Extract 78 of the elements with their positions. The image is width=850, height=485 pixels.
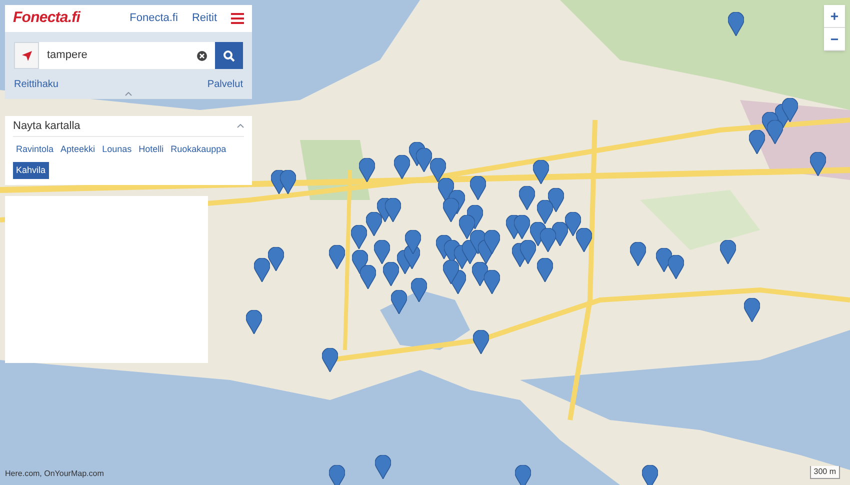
- map-pin-icon[interactable]: [366, 212, 382, 236]
- map-pin-icon[interactable]: [484, 230, 500, 254]
- search-link[interactable]: Reittihaku: [14, 77, 58, 92]
- map-pin-icon[interactable]: [352, 250, 368, 274]
- map-pin-icon[interactable]: [459, 215, 475, 239]
- map-pin-icon[interactable]: [540, 228, 556, 252]
- map-pin-icon[interactable]: [552, 222, 568, 246]
- map-pin-icon[interactable]: [246, 310, 262, 334]
- map-pin-icon[interactable]: [565, 212, 581, 236]
- map-pin-icon[interactable]: [668, 255, 684, 279]
- map-pin-icon[interactable]: [375, 455, 391, 479]
- map-pin-icon[interactable]: [280, 170, 296, 194]
- map-pin-icon[interactable]: [360, 265, 376, 289]
- nav-link[interactable]: Fonecta.fi: [130, 10, 178, 27]
- search-field[interactable]: tampere: [39, 42, 215, 69]
- map-pin-icon[interactable]: [472, 262, 488, 286]
- locate-button[interactable]: [14, 42, 39, 69]
- map-pin-icon[interactable]: [484, 270, 500, 294]
- map-pin-icon[interactable]: [438, 178, 454, 202]
- map-pin-icon[interactable]: [576, 228, 592, 252]
- map-pin-icon[interactable]: [359, 158, 375, 182]
- map-pin-icon[interactable]: [767, 120, 783, 144]
- zoom-button[interactable]: +: [824, 5, 845, 28]
- map-pin-icon[interactable]: [548, 188, 564, 212]
- map-pin-icon[interactable]: [728, 12, 744, 36]
- map-pin-icon[interactable]: [322, 348, 338, 372]
- map-pin-icon[interactable]: [520, 240, 536, 264]
- category-button[interactable]: Ruokakauppa: [168, 141, 230, 158]
- caret-icon[interactable]: [237, 124, 244, 128]
- zoom-button[interactable]: −: [824, 28, 845, 51]
- map-pin-icon[interactable]: [254, 258, 270, 282]
- map-pin-icon[interactable]: [329, 465, 345, 485]
- map-pin-icon[interactable]: [391, 290, 407, 314]
- map-pin-icon[interactable]: [443, 260, 459, 284]
- map-pin-icon[interactable]: [749, 130, 765, 154]
- category-button[interactable]: Ravintola: [13, 141, 57, 158]
- logo[interactable]: Fonecta.fi: [13, 7, 80, 30]
- map-pin-icon[interactable]: [351, 225, 367, 249]
- map-pin-icon[interactable]: [473, 330, 489, 354]
- map-pin-icon[interactable]: [537, 200, 553, 224]
- category-button[interactable]: Lounas: [99, 141, 135, 158]
- map-pin-icon[interactable]: [329, 245, 345, 269]
- attribution: Here.com, OnYourMap.com: [5, 468, 104, 480]
- map-pin-icon[interactable]: [537, 258, 553, 282]
- map-pin-icon[interactable]: [782, 98, 798, 122]
- category-button[interactable]: Kahvila: [13, 162, 49, 179]
- location-arrow-icon: [22, 50, 32, 60]
- map-pin-icon[interactable]: [430, 158, 446, 182]
- map-pin-icon[interactable]: [630, 242, 646, 266]
- map-pin-icon[interactable]: [394, 155, 410, 179]
- scale-bar: 300 m: [810, 466, 840, 479]
- map-pin-icon[interactable]: [374, 240, 390, 264]
- map-pin-icon[interactable]: [416, 148, 432, 172]
- search-icon: [223, 50, 235, 62]
- map-pin-icon[interactable]: [405, 230, 421, 254]
- search-link[interactable]: Palvelut: [207, 77, 243, 92]
- map-pin-icon[interactable]: [720, 240, 736, 264]
- category-button[interactable]: Apteekki: [58, 141, 98, 158]
- nav-link[interactable]: Reitit: [192, 10, 217, 27]
- clear-icon[interactable]: [197, 50, 207, 60]
- map-pin-icon[interactable]: [642, 465, 658, 485]
- map-pin-icon[interactable]: [514, 215, 530, 239]
- search-button[interactable]: [215, 42, 243, 69]
- map-pin-icon[interactable]: [443, 198, 459, 222]
- map-pin-icon[interactable]: [470, 176, 486, 200]
- map-pin-icon[interactable]: [533, 160, 549, 184]
- map-pin-icon[interactable]: [383, 262, 399, 286]
- map-pin-icon[interactable]: [744, 298, 760, 322]
- map-pin-icon[interactable]: [519, 186, 535, 210]
- map-pin-icon[interactable]: [268, 247, 284, 271]
- menu-icon[interactable]: [231, 13, 244, 24]
- map-pin-icon[interactable]: [411, 278, 427, 302]
- map-pin-icon[interactable]: [515, 465, 531, 485]
- category-button[interactable]: Hotelli: [136, 141, 167, 158]
- map-pin-icon[interactable]: [385, 198, 401, 222]
- map-pin-icon[interactable]: [810, 152, 826, 176]
- map-pin-icon[interactable]: [656, 248, 672, 272]
- panel-title: Nayta kartalla: [13, 118, 82, 134]
